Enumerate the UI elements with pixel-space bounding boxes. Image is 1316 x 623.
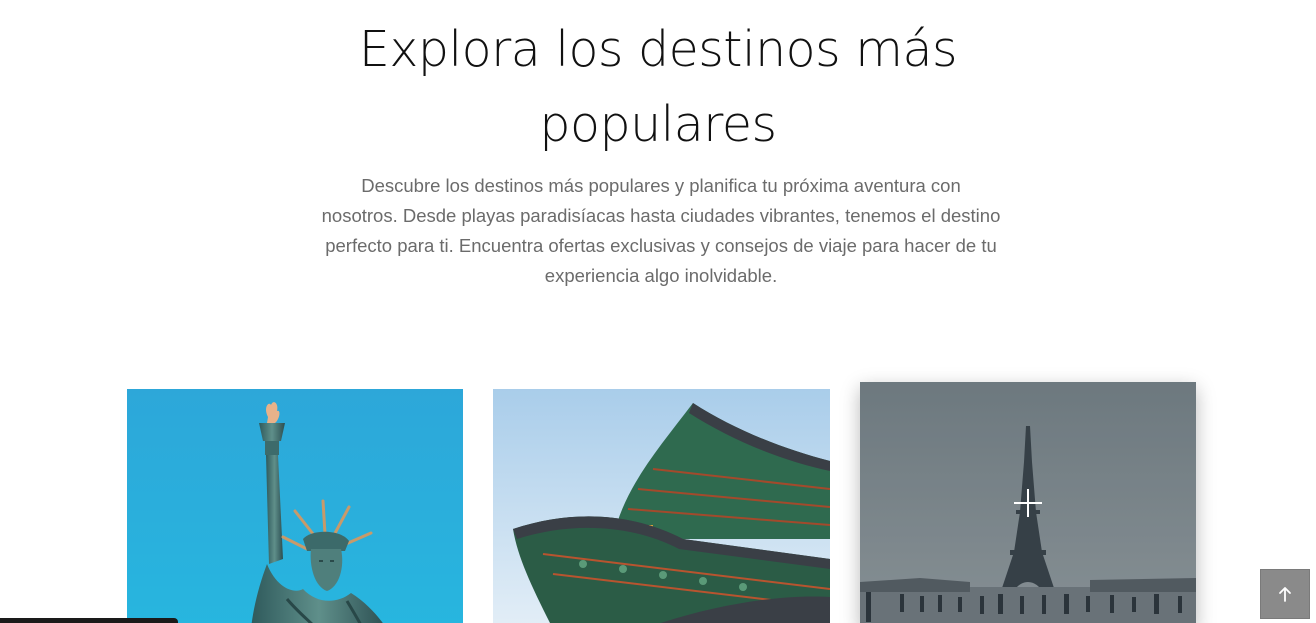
bottom-bar [0, 618, 178, 623]
section-title-line-1: Explora los destinos más [358, 21, 958, 78]
description-line: experiencia algo inolvidable. [544, 265, 778, 286]
section-description: Descubre los destinos más populares y pl… [300, 171, 1022, 291]
description-line: perfecto para ti. Encuentra ofertas excl… [325, 235, 997, 256]
destination-card-paris[interactable] [860, 382, 1196, 623]
description-line: Descubre los destinos más populares y pl… [361, 175, 961, 196]
description-line: nosotros. Desde playas paradisíacas hast… [321, 205, 1001, 226]
arrow-up-icon [1279, 587, 1291, 602]
back-to-top-button[interactable] [1260, 569, 1310, 619]
page: Explora los destinos más populares Descu… [0, 0, 1316, 623]
plus-icon[interactable] [1014, 489, 1042, 517]
statue-of-liberty-image [127, 389, 463, 623]
destination-card-seoul[interactable] [493, 389, 830, 623]
korean-palace-image [493, 389, 830, 623]
section-title-line-2: populares [539, 96, 777, 153]
destination-card-new-york[interactable] [127, 389, 463, 623]
section-title: Explora los destinos más populares [0, 12, 1316, 162]
